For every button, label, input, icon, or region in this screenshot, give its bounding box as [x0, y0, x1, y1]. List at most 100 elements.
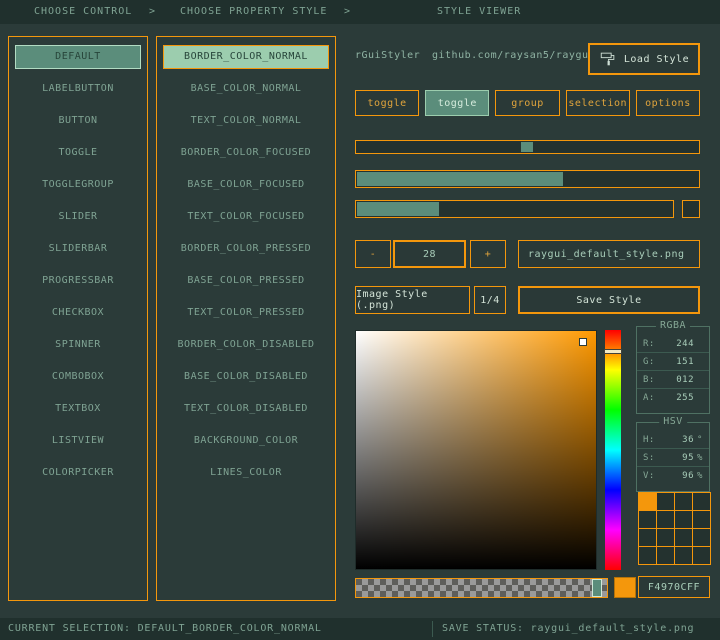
property-list-item[interactable]: BORDER_COLOR_DISABLED	[163, 333, 329, 357]
property-list-item[interactable]: LINES_COLOR	[163, 461, 329, 485]
control-list-item[interactable]: TOGGLEGROUP	[15, 173, 141, 197]
channel-label: G:	[643, 357, 655, 367]
channel-value: 151	[676, 357, 694, 367]
control-list-item[interactable]: TOGGLE	[15, 141, 141, 165]
palette-swatch[interactable]	[657, 529, 675, 547]
image-style-combobox[interactable]: Image Style (.png)	[355, 286, 470, 314]
channel-value: 244	[676, 339, 694, 349]
alpha-handle[interactable]	[592, 579, 602, 597]
toggle-group-item[interactable]: options	[636, 90, 700, 116]
rguistyler-window: CHOOSE CONTROL > CHOOSE PROPERTY STYLE >…	[0, 0, 720, 640]
control-list-item[interactable]: DEFAULT	[15, 45, 141, 69]
save-style-button[interactable]: Save Style	[518, 286, 700, 314]
property-list-item[interactable]: BACKGROUND_COLOR	[163, 429, 329, 453]
palette-swatch[interactable]	[693, 493, 711, 511]
palette-swatch[interactable]	[657, 493, 675, 511]
palette-swatch[interactable]	[693, 547, 711, 565]
header-style-viewer: STYLE VIEWER	[437, 0, 521, 24]
property-list-item[interactable]: TEXT_COLOR_FOCUSED	[163, 205, 329, 229]
slider[interactable]	[355, 140, 700, 154]
property-list-item[interactable]: BORDER_COLOR_PRESSED	[163, 237, 329, 261]
app-name-label: rGuiStyler	[355, 36, 420, 76]
property-list-item[interactable]: BASE_COLOR_DISABLED	[163, 365, 329, 389]
property-list-item[interactable]: TEXT_COLOR_DISABLED	[163, 397, 329, 421]
palette-swatch[interactable]	[657, 511, 675, 529]
current-selection-status: CURRENT SELECTION: DEFAULT_BORDER_COLOR_…	[8, 618, 322, 640]
hsv-value-row: H: 36 °	[637, 431, 709, 449]
palette-swatch[interactable]	[675, 529, 693, 547]
channel-label: B:	[643, 375, 655, 385]
header-choose-property-style: CHOOSE PROPERTY STYLE	[180, 0, 327, 24]
color-picker-sv-area[interactable]	[355, 330, 597, 570]
control-list-item[interactable]: COMBOBOX	[15, 365, 141, 389]
slider-bar[interactable]	[355, 170, 700, 188]
toggle-group-item[interactable]: toggle	[425, 90, 489, 116]
hue-bar[interactable]	[605, 330, 621, 570]
toggle-group-item[interactable]: group	[495, 90, 559, 116]
save-style-label: Save Style	[576, 295, 641, 306]
combobox-counter[interactable]: 1/4	[474, 286, 506, 314]
toggle-group-item[interactable]: selection	[566, 90, 630, 116]
channel-value: 012	[676, 375, 694, 385]
spinner-increment-button[interactable]: +	[470, 240, 506, 268]
control-list-item[interactable]: SPINNER	[15, 333, 141, 357]
palette-swatch[interactable]	[675, 493, 693, 511]
hue-marker[interactable]	[604, 349, 622, 354]
slider-bar-fill	[357, 172, 563, 186]
hsv-value-row: V: 96 %	[637, 467, 709, 485]
rgba-value-row: A: 255	[637, 389, 709, 407]
control-list-item[interactable]: COLORPICKER	[15, 461, 141, 485]
filename-textbox[interactable]: raygui_default_style.png	[518, 240, 700, 268]
palette-swatch[interactable]	[639, 547, 657, 565]
channel-value: 95	[682, 453, 694, 463]
hex-value-box[interactable]: F4970CFF	[638, 576, 710, 598]
control-list-item[interactable]: PROGRESSBAR	[15, 269, 141, 293]
control-list-item[interactable]: SLIDER	[15, 205, 141, 229]
control-list-item[interactable]: CHECKBOX	[15, 301, 141, 325]
load-style-button[interactable]: Load Style	[588, 43, 700, 75]
property-list-item[interactable]: TEXT_COLOR_PRESSED	[163, 301, 329, 325]
property-list-item[interactable]: BASE_COLOR_FOCUSED	[163, 173, 329, 197]
spinner-value-box[interactable]: 28	[393, 240, 466, 268]
palette-swatch[interactable]	[675, 547, 693, 565]
channel-value: 96	[682, 471, 694, 481]
channel-label: A:	[643, 393, 655, 403]
control-list-item[interactable]: LISTVIEW	[15, 429, 141, 453]
channel-label: H:	[643, 435, 655, 445]
control-list-item[interactable]: LABELBUTTON	[15, 77, 141, 101]
palette-swatch[interactable]	[675, 511, 693, 529]
property-list-item[interactable]: BORDER_COLOR_NORMAL	[163, 45, 329, 69]
palette-swatch[interactable]	[657, 547, 675, 565]
property-list-item[interactable]: TEXT_COLOR_NORMAL	[163, 109, 329, 133]
control-list-item[interactable]: BUTTON	[15, 109, 141, 133]
palette-swatch[interactable]	[693, 511, 711, 529]
hsv-rows: H: 36 ° S: 95 % V: 96 %	[637, 431, 709, 485]
palette-swatch[interactable]	[639, 529, 657, 547]
load-style-label: Load Style	[624, 54, 689, 65]
breadcrumb-separator-icon: >	[344, 0, 351, 24]
palette-swatch[interactable]	[639, 511, 657, 529]
channel-unit: %	[697, 453, 703, 463]
palette-swatch[interactable]	[639, 493, 657, 511]
property-list-item[interactable]: BASE_COLOR_PRESSED	[163, 269, 329, 293]
repo-link[interactable]: github.com/raysan5/raygui	[432, 36, 595, 76]
toggle-group: toggletogglegroupselectionoptions	[355, 90, 700, 116]
rgba-group-label: RGBA	[656, 320, 690, 331]
property-list-item[interactable]: BASE_COLOR_NORMAL	[163, 77, 329, 101]
progress-bar	[355, 200, 674, 218]
palette-swatch[interactable]	[693, 529, 711, 547]
status-divider	[432, 621, 433, 637]
spinner-decrement-button[interactable]: -	[355, 240, 391, 268]
property-list-item[interactable]: BORDER_COLOR_FOCUSED	[163, 141, 329, 165]
sv-marker[interactable]	[579, 338, 587, 346]
control-list-item[interactable]: SLIDERBAR	[15, 237, 141, 261]
current-color-swatch	[614, 577, 636, 598]
control-list-item[interactable]: TEXTBOX	[15, 397, 141, 421]
alpha-bar[interactable]	[355, 578, 608, 598]
rgba-group: RGBA R: 244 G: 151 B: 012 A:	[636, 326, 710, 414]
slider-handle[interactable]	[521, 142, 533, 152]
channel-value: 36	[682, 435, 694, 445]
toggle-group-item[interactable]: toggle	[355, 90, 419, 116]
hsv-group: HSV H: 36 ° S: 95 % V: 96 %	[636, 422, 710, 492]
checkbox[interactable]	[682, 200, 700, 218]
